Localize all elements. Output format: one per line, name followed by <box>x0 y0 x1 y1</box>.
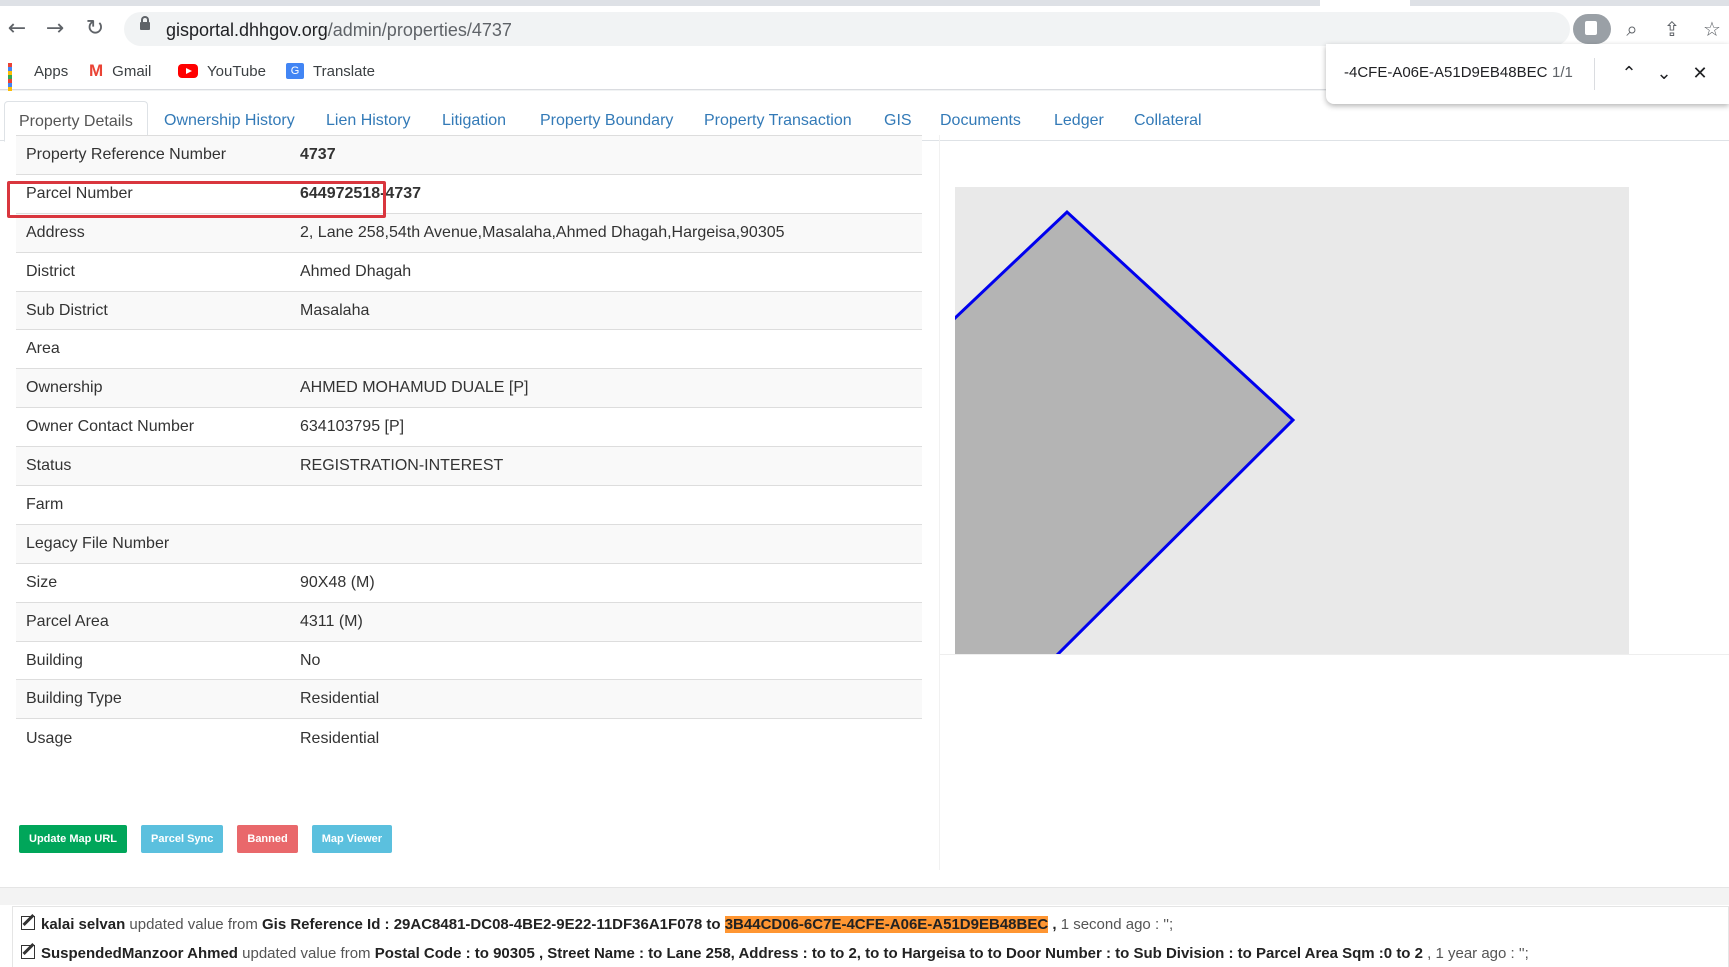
property-details-table: Property Reference Number 4737 Parcel Num… <box>16 135 922 758</box>
table-row: Sub District Masalaha <box>16 290 922 330</box>
parcel-sync-button[interactable]: Parcel Sync <box>141 825 224 853</box>
table-row: Ownership AHMED MOHAMUD DUALE [P] <box>16 368 922 408</box>
find-match-count: 1/1 <box>1552 64 1573 81</box>
table-row: Usage Residential <box>16 718 922 758</box>
table-row: Status REGISTRATION-INTEREST <box>16 446 922 486</box>
activity-log: kalai selvan updated value from Gis Refe… <box>12 906 1729 967</box>
find-in-page-icon[interactable] <box>1573 14 1611 44</box>
url-text: gisportal.dhhgov.org/admin/properties/47… <box>166 20 512 40</box>
parcel-map[interactable] <box>955 187 1629 654</box>
table-row: Size 90X48 (M) <box>16 562 922 603</box>
forward-icon[interactable]: → <box>40 14 70 44</box>
find-divider <box>1594 58 1595 90</box>
reload-icon[interactable]: ↻ <box>80 14 110 44</box>
section-separator <box>0 887 1729 905</box>
parcel-polygon <box>955 209 1296 654</box>
table-row: Owner Contact Number 634103795 [P] <box>16 407 922 447</box>
bookmark-apps[interactable]: Apps <box>8 60 68 99</box>
lock-icon <box>140 16 150 30</box>
translate-icon: G <box>286 63 304 79</box>
table-row: Area <box>16 329 922 369</box>
table-row: Farm <box>16 485 922 525</box>
table-row: Parcel Number 644972518-4737 <box>16 173 922 214</box>
find-next-icon[interactable]: ⌄ <box>1648 58 1680 90</box>
bookmark-translate[interactable]: G Translate <box>286 60 375 82</box>
table-row: District Ahmed Dhagah <box>16 251 922 292</box>
table-row: Building Type Residential <box>16 679 922 719</box>
edit-icon <box>21 945 35 959</box>
bookmark-star-icon[interactable]: ☆ <box>1699 16 1725 42</box>
table-row: Legacy File Number <box>16 523 922 564</box>
find-close-icon[interactable]: ✕ <box>1684 58 1716 90</box>
banned-button[interactable]: Banned <box>237 825 298 853</box>
back-icon[interactable]: ← <box>2 14 32 44</box>
map-divider <box>940 654 1729 655</box>
address-bar[interactable]: gisportal.dhhgov.org/admin/properties/47… <box>124 12 1570 46</box>
column-divider <box>939 135 940 870</box>
activity-item: kalai selvan updated value from Gis Refe… <box>21 914 1173 936</box>
parcel-boundary-svg <box>955 209 1296 654</box>
gmail-icon: M <box>89 61 104 80</box>
tab-collateral[interactable]: Collateral <box>1120 101 1216 142</box>
table-row: Property Reference Number 4737 <box>16 135 922 175</box>
activity-item: SuspendedManzoor Ahmed updated value fro… <box>21 943 1529 965</box>
bookmark-youtube[interactable]: YouTube <box>178 60 266 82</box>
tab-documents[interactable]: Documents <box>926 101 1035 142</box>
apps-grid-icon <box>8 62 25 99</box>
tab-ledger[interactable]: Ledger <box>1040 101 1118 142</box>
share-icon[interactable]: ⇪ <box>1659 16 1685 42</box>
table-row: Parcel Area 4311 (M) <box>16 601 922 642</box>
zoom-icon[interactable]: ⌕ <box>1619 16 1645 42</box>
table-row: Building No <box>16 640 922 680</box>
bookmark-gmail[interactable]: M Gmail <box>89 60 151 82</box>
map-viewer-button[interactable]: Map Viewer <box>311 825 393 853</box>
youtube-icon <box>178 64 198 78</box>
action-buttons: Update Map URL Parcel Sync Banned Map Vi… <box>19 825 393 853</box>
edit-icon <box>21 916 35 930</box>
table-row: Address 2, Lane 258,54th Avenue,Masalaha,… <box>16 212 922 253</box>
find-query[interactable]: -4CFE-A06E-A51D9EB48BEC <box>1344 64 1547 81</box>
find-previous-icon[interactable]: ⌃ <box>1613 58 1645 90</box>
find-bar: -4CFE-A06E-A51D9EB48BEC 1/1 ⌃ ⌄ ✕ <box>1326 44 1729 104</box>
update-map-url-button[interactable]: Update Map URL <box>19 825 127 853</box>
